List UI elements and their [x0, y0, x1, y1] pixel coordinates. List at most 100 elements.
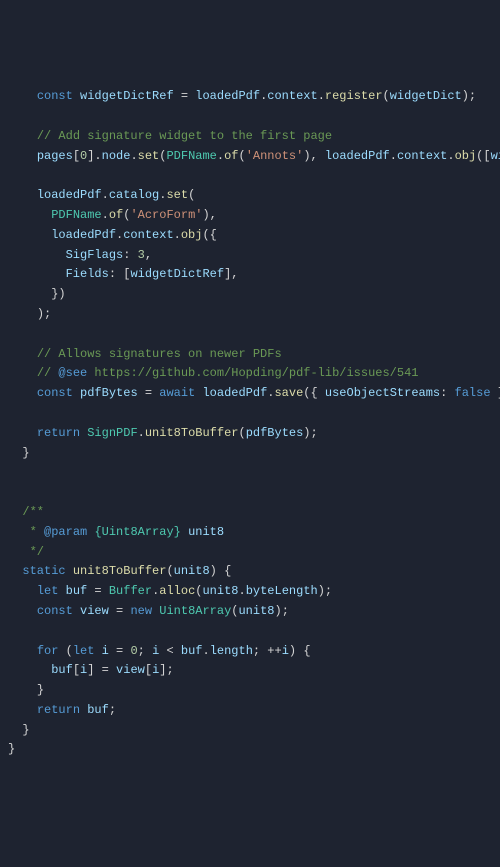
token-var: buf	[181, 644, 203, 658]
token-punc: ;	[109, 703, 116, 717]
code-line	[8, 463, 500, 483]
token-var: buf	[87, 703, 109, 717]
token-var: node	[102, 149, 131, 163]
token-cmt: */	[30, 545, 44, 559]
token-punc	[80, 703, 87, 717]
code-line: })	[8, 285, 500, 305]
token-fn: save	[274, 386, 303, 400]
token-cmt	[181, 525, 188, 539]
token-punc: (	[195, 584, 202, 598]
code-line: buf[i] = view[i];	[8, 661, 500, 681]
token-punc: ];	[159, 663, 173, 677]
token-punc: }	[22, 446, 29, 460]
token-type: PDFName	[51, 208, 101, 222]
token-type: {Uint8Array}	[94, 525, 180, 539]
token-punc: );	[275, 604, 289, 618]
token-punc: ({	[202, 228, 216, 242]
token-punc: ({	[303, 386, 325, 400]
token-str: 'Annots'	[246, 149, 304, 163]
token-punc: ) {	[289, 644, 311, 658]
token-bool: false	[455, 386, 491, 400]
token-punc: );	[303, 426, 317, 440]
token-punc: .	[152, 584, 159, 598]
token-punc: ] =	[87, 663, 116, 677]
token-punc: .	[174, 228, 181, 242]
code-line	[8, 483, 500, 503]
token-punc: .	[202, 644, 209, 658]
code-line: const view = new Uint8Array(unit8);	[8, 602, 500, 622]
code-line: }	[8, 721, 500, 741]
token-kw: const	[37, 604, 73, 618]
token-var: unit8	[238, 604, 274, 618]
token-punc: (	[239, 149, 246, 163]
token-punc: [	[73, 149, 80, 163]
token-punc: .	[318, 89, 325, 103]
code-line: const pdfBytes = await loadedPdf.save({ …	[8, 384, 500, 404]
code-block[interactable]: const widgetDictRef = loadedPdf.context.…	[8, 87, 500, 760]
token-var: i	[282, 644, 289, 658]
token-fn: alloc	[159, 584, 195, 598]
token-var: widgetDictRef	[130, 267, 224, 281]
code-line: // Allows signatures on newer PDFs	[8, 345, 500, 365]
token-punc	[152, 604, 159, 618]
token-var: loadedPdf	[202, 386, 267, 400]
token-var: view	[80, 604, 109, 618]
code-line: return SignPDF.unit8ToBuffer(pdfBytes);	[8, 424, 500, 444]
token-var: length	[210, 644, 253, 658]
token-punc	[94, 644, 101, 658]
token-cmt: //	[37, 366, 59, 380]
token-punc: }	[37, 683, 44, 697]
token-doc-kw: @param	[44, 525, 87, 539]
token-punc: ],	[224, 267, 238, 281]
token-punc: .	[239, 584, 246, 598]
token-var: widgetDict	[390, 89, 462, 103]
token-punc: : [	[109, 267, 131, 281]
token-punc: (	[383, 89, 390, 103]
code-line: /**	[8, 503, 500, 523]
token-var: buf	[66, 584, 88, 598]
token-punc	[58, 584, 65, 598]
token-var: buf	[51, 663, 73, 677]
token-var: widgetDictRef	[491, 149, 500, 163]
token-var: widgetDictRef	[80, 89, 174, 103]
token-var: context	[267, 89, 317, 103]
token-punc: .	[130, 149, 137, 163]
token-punc: (	[188, 188, 195, 202]
token-punc: ,	[145, 248, 152, 262]
token-kw: const	[37, 89, 73, 103]
token-kw: return	[37, 426, 80, 440]
token-cmt: /**	[22, 505, 44, 519]
token-var: loadedPdf	[51, 228, 116, 242]
token-num: 3	[138, 248, 145, 262]
token-kw: const	[37, 386, 73, 400]
token-type: PDFName	[166, 149, 216, 163]
token-fn: set	[138, 149, 160, 163]
token-var: unit8	[202, 584, 238, 598]
code-line: PDFName.of('AcroForm'),	[8, 206, 500, 226]
code-line: return buf;	[8, 701, 500, 721]
token-punc: })	[51, 287, 65, 301]
code-line: let buf = Buffer.alloc(unit8.byteLength)…	[8, 582, 500, 602]
token-punc: ([	[476, 149, 490, 163]
token-var: SigFlags	[66, 248, 124, 262]
code-line: }	[8, 681, 500, 701]
code-line: SigFlags: 3,	[8, 246, 500, 266]
token-punc: =	[87, 584, 109, 598]
code-line	[8, 107, 500, 127]
token-fn: obj	[181, 228, 203, 242]
token-kw: static	[22, 564, 65, 578]
token-punc: =	[109, 604, 131, 618]
token-fn: set	[166, 188, 188, 202]
token-cmt: *	[30, 525, 44, 539]
token-num: 0	[130, 644, 137, 658]
token-var: loadedPdf	[37, 188, 102, 202]
token-punc: [	[145, 663, 152, 677]
token-type: Buffer	[109, 584, 152, 598]
token-punc: }	[8, 742, 15, 756]
token-kw: return	[37, 703, 80, 717]
code-line: // Add signature widget to the first pag…	[8, 127, 500, 147]
token-punc: .	[102, 188, 109, 202]
token-punc: =	[109, 644, 131, 658]
token-punc: [	[73, 663, 80, 677]
token-var: i	[152, 663, 159, 677]
